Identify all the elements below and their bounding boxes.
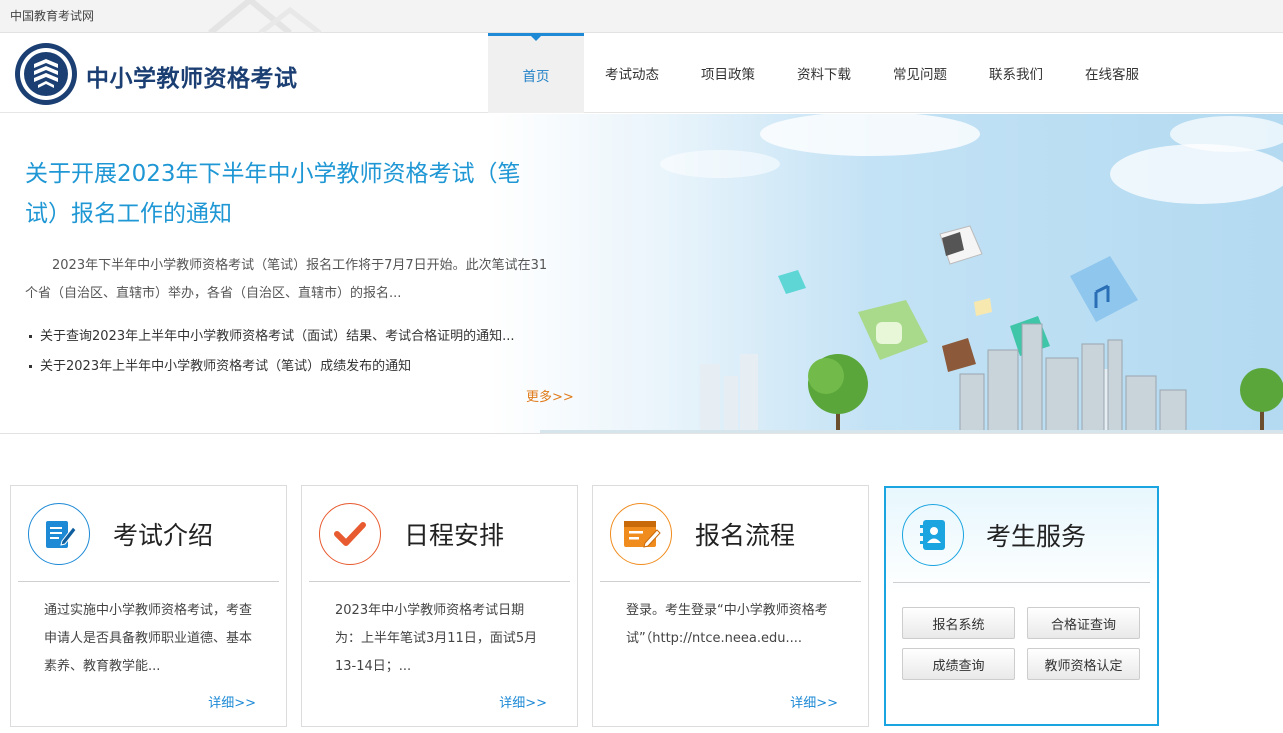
news-list: 关于查询2023年上半年中小学教师资格考试（面试）结果、考试合格证明的通知...… — [28, 324, 514, 384]
document-edit-icon — [46, 521, 77, 548]
divider — [600, 581, 861, 582]
card-registration-process: 报名流程 登录。考生登录“中小学教师资格考试”（http://ntce.neea… — [592, 485, 869, 727]
card-title[interactable]: 日程安排 — [404, 516, 504, 552]
nav-home[interactable]: 首页 — [488, 33, 584, 113]
checkmark-icon — [334, 522, 366, 546]
nav-policy[interactable]: 项目政策 — [680, 33, 776, 113]
certificate-query-button[interactable]: 合格证查询 — [1027, 607, 1140, 639]
card-icon-circle — [902, 504, 964, 566]
teacher-certification-button[interactable]: 教师资格认定 — [1027, 648, 1140, 680]
detail-link[interactable]: 详细>> — [208, 692, 256, 711]
nav-online-service[interactable]: 在线客服 — [1064, 33, 1160, 113]
card-schedule: 日程安排 2023年中小学教师资格考试日期为：上半年笔试3月11日，面试5月13… — [301, 485, 578, 727]
divider — [18, 581, 279, 582]
card-icon-circle — [610, 503, 672, 565]
score-query-button[interactable]: 成绩查询 — [902, 648, 1015, 680]
news-item-interview-results[interactable]: 关于查询2023年上半年中小学教师资格考试（面试）结果、考试合格证明的通知... — [28, 324, 514, 354]
nav-exam-news[interactable]: 考试动态 — [584, 33, 680, 113]
music-cube-icon — [1070, 256, 1138, 322]
card-description: 2023年中小学教师资格考试日期为：上半年笔试3月11日，面试5月13-14日；… — [335, 603, 538, 674]
divider — [309, 581, 570, 582]
card-candidate-services: 考生服务 报名系统 合格证查询 成绩查询 教师资格认定 — [884, 486, 1159, 726]
site-title[interactable]: 中小学教师资格考试 — [86, 59, 298, 93]
hero-banner: 关于开展2023年下半年中小学教师资格考试（笔试）报名工作的通知 2023年下半… — [0, 114, 1283, 434]
card-title[interactable]: 考试介绍 — [113, 516, 213, 552]
more-news-link[interactable]: 更多>> — [526, 386, 574, 405]
headline-news-link[interactable]: 关于开展2023年下半年中小学教师资格考试（笔试）报名工作的通知 — [25, 154, 555, 234]
tree-right-icon — [1240, 368, 1283, 433]
logo-emblem-icon[interactable] — [14, 42, 78, 106]
phone-cube-icon — [858, 300, 928, 360]
piano-cube-icon — [939, 225, 983, 265]
news-item-written-scores[interactable]: 关于2023年上半年中小学教师资格考试（笔试）成绩发布的通知 — [28, 354, 514, 384]
card-icon-circle — [319, 503, 381, 565]
form-window-icon — [624, 521, 661, 548]
address-book-icon — [920, 520, 945, 550]
tree-left-icon — [808, 354, 868, 433]
nav-contact[interactable]: 联系我们 — [968, 33, 1064, 113]
nav-faq[interactable]: 常见问题 — [872, 33, 968, 113]
background-deco — [208, 0, 322, 33]
city-illustration — [540, 114, 1283, 433]
site-header: 中小学教师资格考试 首页 考试动态 项目政策 资料下载 常见问题 联系我们 在线… — [0, 33, 1283, 113]
nav-downloads[interactable]: 资料下载 — [776, 33, 872, 113]
main-nav: 首页 考试动态 项目政策 资料下载 常见问题 联系我们 在线客服 — [488, 33, 1160, 113]
card-title[interactable]: 报名流程 — [695, 516, 795, 552]
card-title[interactable]: 考生服务 — [986, 517, 1086, 553]
detail-link[interactable]: 详细>> — [499, 692, 547, 711]
card-description: 通过实施中小学教师资格考试，考查申请人是否具备教师职业道德、基本素养、教育教学能… — [44, 603, 253, 674]
headline-summary: 2023年下半年中小学教师资格考试（笔试）报名工作将于7月7日开始。此次笔试在3… — [25, 258, 548, 301]
card-description: 登录。考生登录“中小学教师资格考试”（http://ntce.neea.edu.… — [626, 603, 828, 646]
top-bar: 中国教育考试网 — [0, 0, 1283, 33]
card-icon-circle — [28, 503, 90, 565]
detail-link[interactable]: 详细>> — [790, 692, 838, 711]
card-exam-intro: 考试介绍 通过实施中小学教师资格考试，考查申请人是否具备教师职业道德、基本素养、… — [10, 485, 287, 727]
neea-site-link[interactable]: 中国教育考试网 — [10, 7, 94, 24]
registration-system-button[interactable]: 报名系统 — [902, 607, 1015, 639]
divider — [893, 582, 1150, 583]
